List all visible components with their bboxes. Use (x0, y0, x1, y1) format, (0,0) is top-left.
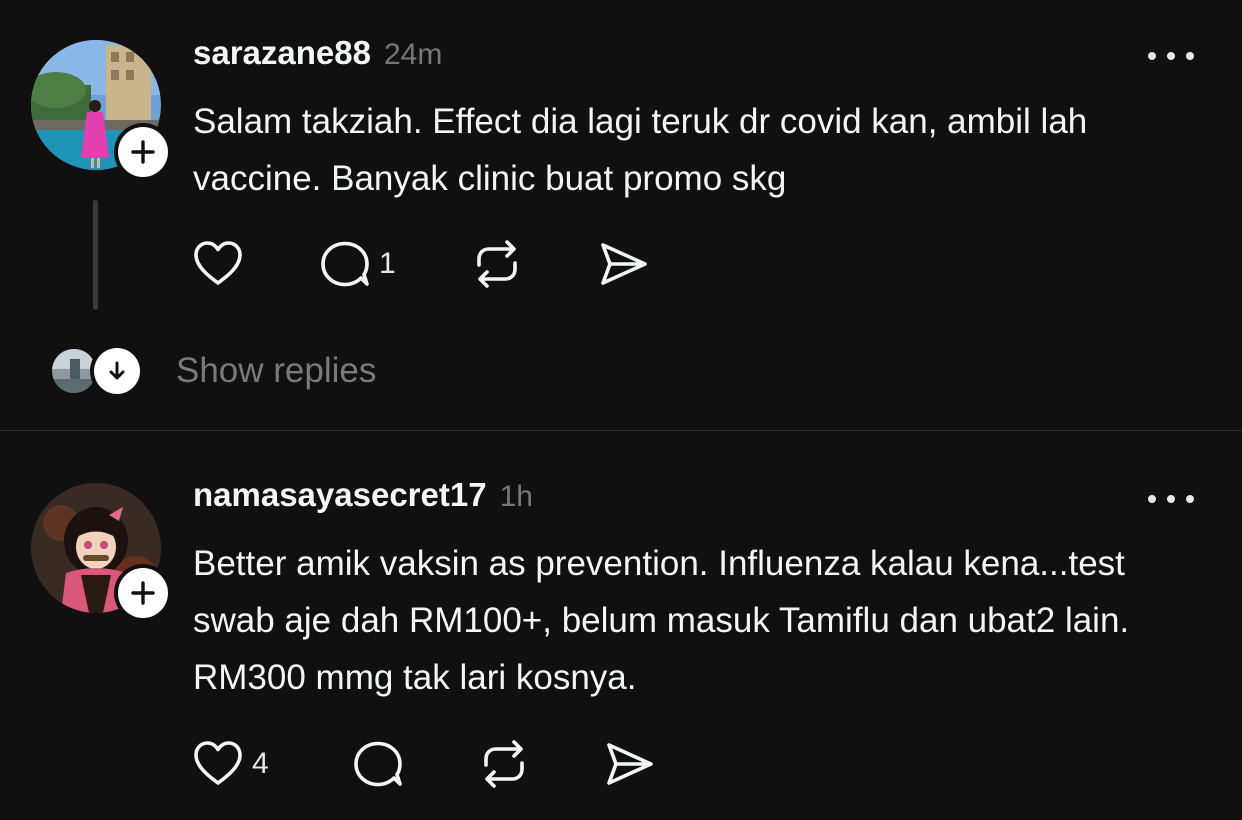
show-replies-button[interactable]: Show replies (52, 344, 472, 398)
username[interactable]: namasayasecret17 (193, 476, 487, 514)
heart-icon (194, 741, 242, 785)
repost-icon (484, 740, 524, 788)
like-button[interactable]: 4 (190, 737, 269, 791)
send-icon (601, 243, 647, 285)
more-options-button[interactable] (1144, 44, 1198, 68)
thread-line (93, 200, 98, 310)
reply-button[interactable] (350, 737, 412, 791)
reply-count: 1 (379, 247, 396, 280)
username[interactable]: sarazane88 (193, 34, 371, 72)
threads-replies-view: sarazane88 24m Salam takziah. Effect dia… (0, 0, 1242, 820)
reply-button[interactable]: 1 (317, 237, 396, 291)
expand-badge (90, 344, 144, 398)
send-icon (607, 743, 653, 785)
repost-icon (477, 240, 517, 288)
timestamp: 24m (383, 38, 443, 71)
more-dots-icon (1148, 495, 1156, 503)
post-header: namasayasecret17 1h (193, 476, 533, 520)
repost-button[interactable] (469, 237, 525, 291)
post-text: Better amik vaksin as prevention. Influe… (193, 544, 1130, 697)
more-dots-icon (1148, 52, 1156, 60)
heart-icon (194, 241, 242, 285)
share-button[interactable] (595, 237, 651, 291)
post-text: Salam takziah. Effect dia lagi teruk dr … (193, 102, 1088, 198)
follow-button[interactable] (114, 564, 172, 622)
timestamp: 1h (499, 480, 533, 513)
repost-button[interactable] (476, 737, 532, 791)
show-replies-label: Show replies (176, 351, 377, 390)
reply-post: sarazane88 24m Salam takziah. Effect dia… (0, 0, 1242, 430)
action-bar: 4 (190, 737, 710, 791)
action-bar: 1 (190, 237, 710, 291)
arrow-down-icon (109, 361, 125, 380)
comment-bubble-icon (354, 741, 402, 787)
reply-post: namasayasecret17 1h Better amik vaksin a… (0, 431, 1242, 820)
follow-button[interactable] (114, 123, 172, 181)
comment-bubble-icon (321, 241, 369, 287)
plus-icon (131, 581, 155, 605)
like-count: 4 (252, 747, 269, 780)
like-button[interactable] (190, 237, 252, 291)
plus-icon (131, 140, 155, 164)
more-options-button[interactable] (1144, 487, 1198, 511)
post-header: sarazane88 24m (193, 34, 442, 78)
share-button[interactable] (601, 737, 657, 791)
